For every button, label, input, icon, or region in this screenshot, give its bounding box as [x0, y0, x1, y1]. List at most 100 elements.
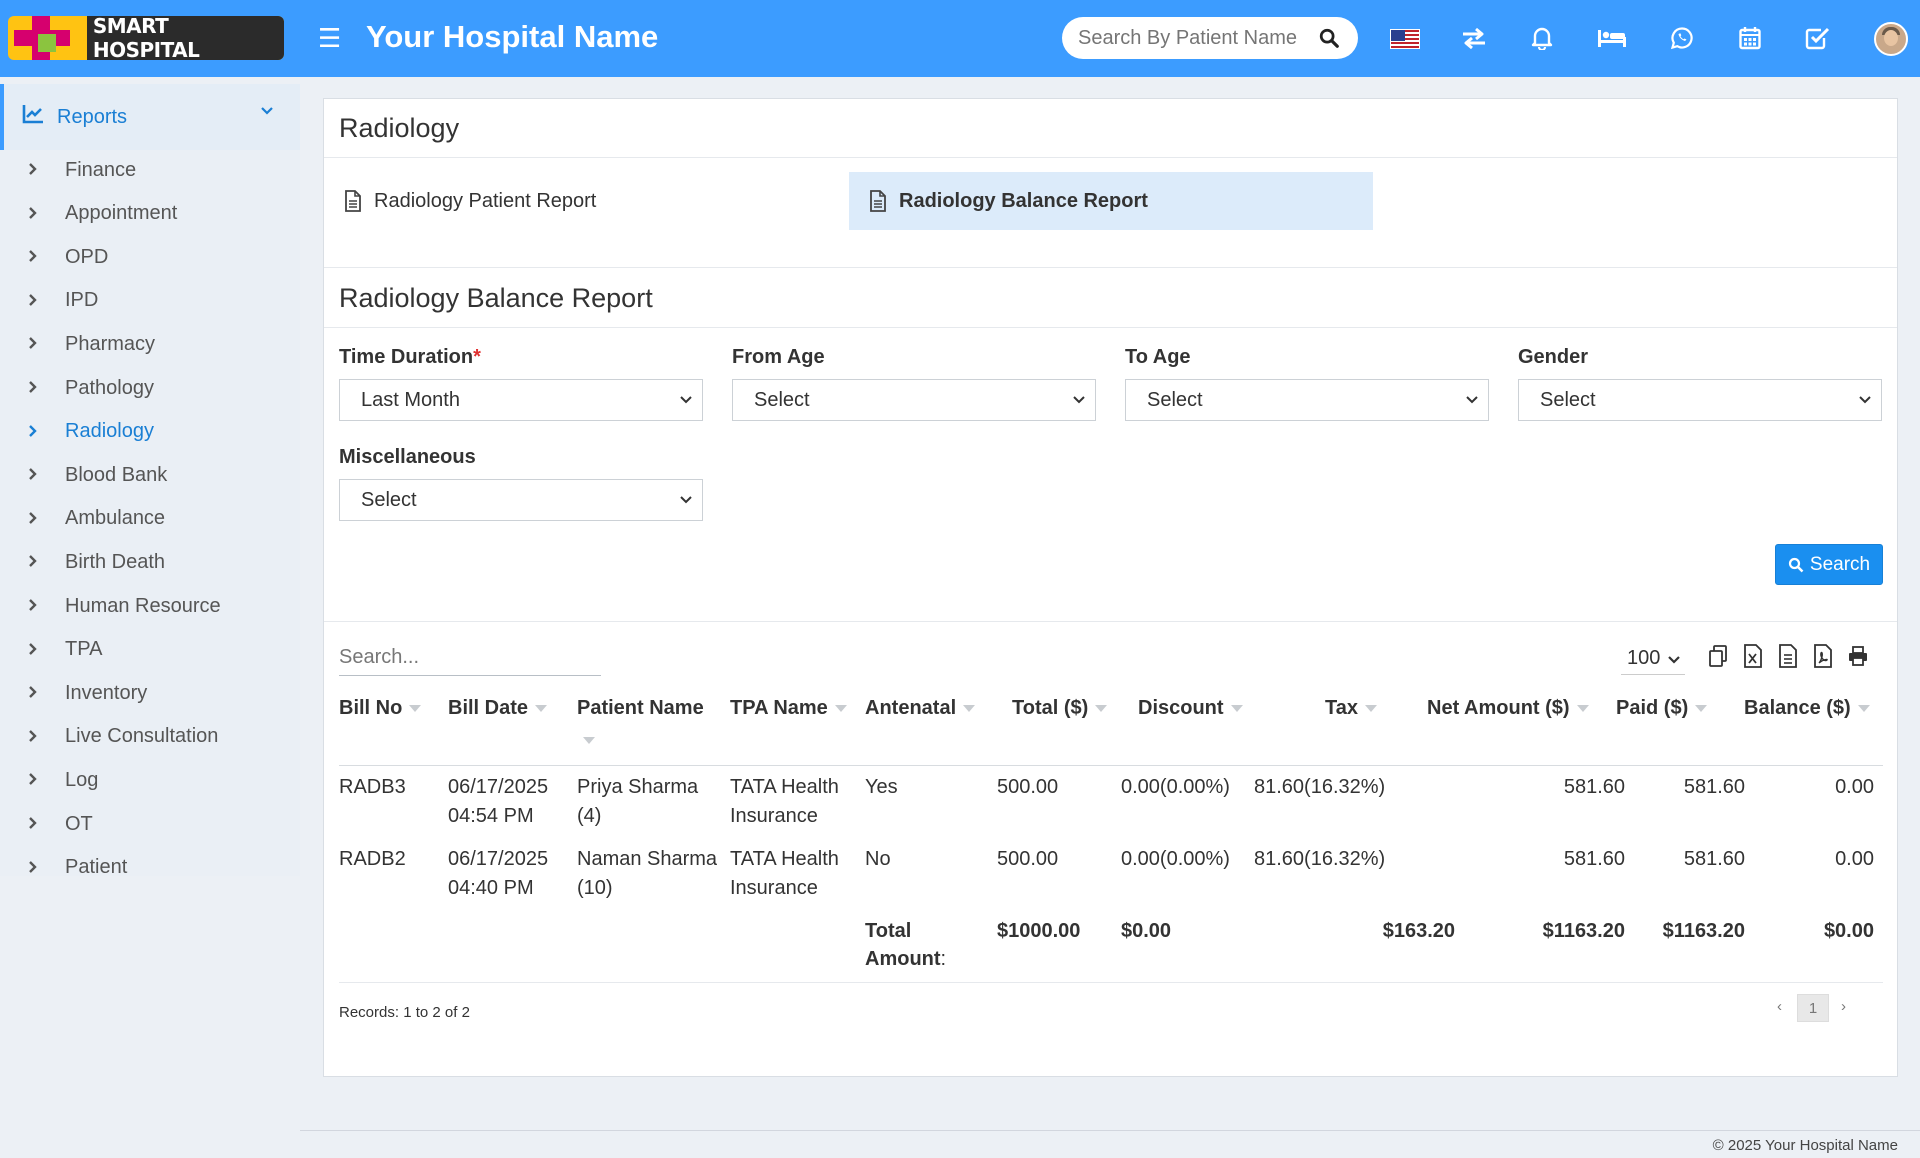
sidebar-item-ipd[interactable]: IPD [0, 281, 300, 321]
cell-antenatal: Yes [865, 776, 898, 798]
table-search-input[interactable]: Search... [339, 646, 601, 676]
hamburger-menu-icon[interactable]: ☰ [318, 24, 341, 52]
copyright: © 2025 Your Hospital Name [1712, 1137, 1898, 1154]
total-label-2: Amount: [865, 948, 947, 970]
column-header-paid[interactable]: Paid ($) [1616, 697, 1708, 720]
sort-icon[interactable] [1576, 705, 1589, 713]
radiology-patient-report-link[interactable]: Radiology Patient Report [344, 172, 844, 230]
column-header-tax[interactable]: Tax [1325, 697, 1377, 720]
sidebar-item-ambulance[interactable]: Ambulance [0, 499, 300, 539]
column-header-tpa-name[interactable]: TPA Name [730, 697, 847, 720]
sidebar-item-blood-bank[interactable]: Blood Bank [0, 455, 300, 495]
switch-arrows-icon[interactable] [1458, 22, 1490, 54]
bell-icon[interactable] [1526, 22, 1558, 54]
to-age-select[interactable]: Select [1125, 379, 1489, 421]
chevron-right-icon [29, 381, 37, 393]
chevron-down-icon [680, 396, 692, 404]
required-marker: * [473, 346, 481, 368]
sidebar-item-human-resource[interactable]: Human Resource [0, 586, 300, 626]
document-icon [345, 190, 361, 212]
sort-icon[interactable] [1095, 705, 1108, 713]
footer: © 2025 Your Hospital Name [300, 1130, 1920, 1158]
sidebar-item-inventory[interactable]: Inventory [0, 673, 300, 713]
sidebar-section-reports[interactable]: Reports [0, 84, 300, 150]
chevron-right-icon [29, 686, 37, 699]
us-flag-icon[interactable] [1390, 29, 1420, 49]
column-header-antenatal[interactable]: Antenatal [865, 697, 976, 720]
sort-icon[interactable] [535, 705, 548, 713]
column-header-bill-date[interactable]: Bill Date [448, 697, 548, 720]
sidebar-item-radiology[interactable]: Radiology [0, 412, 300, 452]
sidebar-item-label: Human Resource [65, 594, 221, 617]
whatsapp-icon[interactable] [1666, 22, 1698, 54]
sidebar-item-pathology[interactable]: Pathology [0, 368, 300, 408]
cell-patient-id: (10) [577, 877, 613, 899]
column-header-bill-no[interactable]: Bill No [339, 697, 422, 720]
radiology-balance-report-link[interactable]: Radiology Balance Report [849, 172, 1373, 230]
user-avatar[interactable] [1874, 22, 1908, 56]
divider [324, 327, 1897, 328]
sidebar-item-label: Finance [65, 158, 137, 181]
miscellaneous-select[interactable]: Select [339, 479, 703, 521]
next-page-icon[interactable]: › [1841, 998, 1846, 1015]
gender-select[interactable]: Select [1518, 379, 1882, 421]
calendar-icon[interactable] [1734, 22, 1766, 54]
task-checklist-icon[interactable] [1802, 22, 1834, 54]
patient-search [1062, 17, 1358, 59]
bed-icon[interactable] [1596, 22, 1628, 54]
cell-net-amount: 581.60 [1563, 848, 1625, 870]
sort-icon[interactable] [1857, 705, 1870, 713]
column-header-patient-name[interactable]: Patient Name [577, 697, 704, 720]
page-length-select[interactable]: 100 [1621, 647, 1685, 675]
sort-icon[interactable] [1695, 705, 1708, 713]
excel-icon[interactable] [1742, 644, 1764, 668]
cell-bill-time: 04:40 PM [448, 877, 534, 899]
chevron-right-icon [29, 729, 37, 742]
sidebar-item-tpa[interactable]: TPA [0, 630, 300, 670]
chevron-down-icon [1073, 396, 1085, 404]
sort-icon[interactable] [1364, 705, 1377, 713]
column-header-balance[interactable]: Balance ($) [1744, 697, 1870, 720]
chevron-right-icon [29, 642, 37, 655]
sidebar-item-patient[interactable]: Patient [0, 848, 300, 888]
print-icon[interactable] [1847, 644, 1869, 668]
sort-icon[interactable] [409, 705, 422, 713]
sidebar-item-log[interactable]: Log [0, 760, 300, 800]
cell-tpa-name-2: Insurance [730, 877, 818, 899]
sidebar-item-birth-death[interactable]: Birth Death [0, 542, 300, 582]
column-header-total[interactable]: Total ($) [1012, 697, 1108, 720]
prev-page-icon[interactable]: ‹ [1777, 998, 1782, 1015]
sidebar-item-label: Blood Bank [65, 463, 168, 486]
chevron-right-icon [29, 511, 37, 524]
from-age-select[interactable]: Select [732, 379, 1096, 421]
search-button-label: Search [1809, 553, 1871, 575]
column-header-net-amount[interactable]: Net Amount ($) [1427, 697, 1589, 720]
time-duration-select[interactable]: Last Month [339, 379, 703, 421]
search-icon[interactable] [1318, 27, 1340, 49]
sort-icon[interactable] [963, 705, 976, 713]
sort-icon[interactable] [583, 737, 595, 744]
search-button[interactable]: Search [1775, 544, 1883, 585]
sidebar-item-pharmacy[interactable]: Pharmacy [0, 324, 300, 364]
sort-icon[interactable] [834, 705, 847, 713]
sidebar-item-opd[interactable]: OPD [0, 237, 300, 277]
sort-icon[interactable] [1230, 705, 1243, 713]
app-logo[interactable]: SMART HOSPITAL [8, 16, 284, 60]
column-header-discount[interactable]: Discount [1138, 697, 1243, 720]
sidebar-item-live-consultation[interactable]: Live Consultation [0, 717, 300, 757]
chevron-right-icon [29, 424, 37, 437]
sidebar-item-finance[interactable]: Finance [0, 150, 300, 190]
copy-icon[interactable] [1707, 644, 1729, 668]
patient-search-input[interactable] [1078, 26, 1298, 50]
cell-patient-id: (4) [577, 805, 602, 827]
line-chart-icon [22, 105, 43, 124]
sidebar-item-ot[interactable]: OT [0, 804, 300, 844]
page-length-value: 100 [1627, 647, 1661, 669]
pdf-icon[interactable] [1812, 644, 1834, 668]
page-1-button[interactable]: 1 [1797, 994, 1829, 1022]
csv-icon[interactable] [1777, 644, 1799, 668]
sidebar-item-appointment[interactable]: Appointment [0, 194, 300, 234]
cell-bill-time: 04:54 PM [448, 805, 534, 827]
sidebar-item-label: TPA [65, 638, 103, 661]
table-footer-divider [339, 982, 1883, 983]
